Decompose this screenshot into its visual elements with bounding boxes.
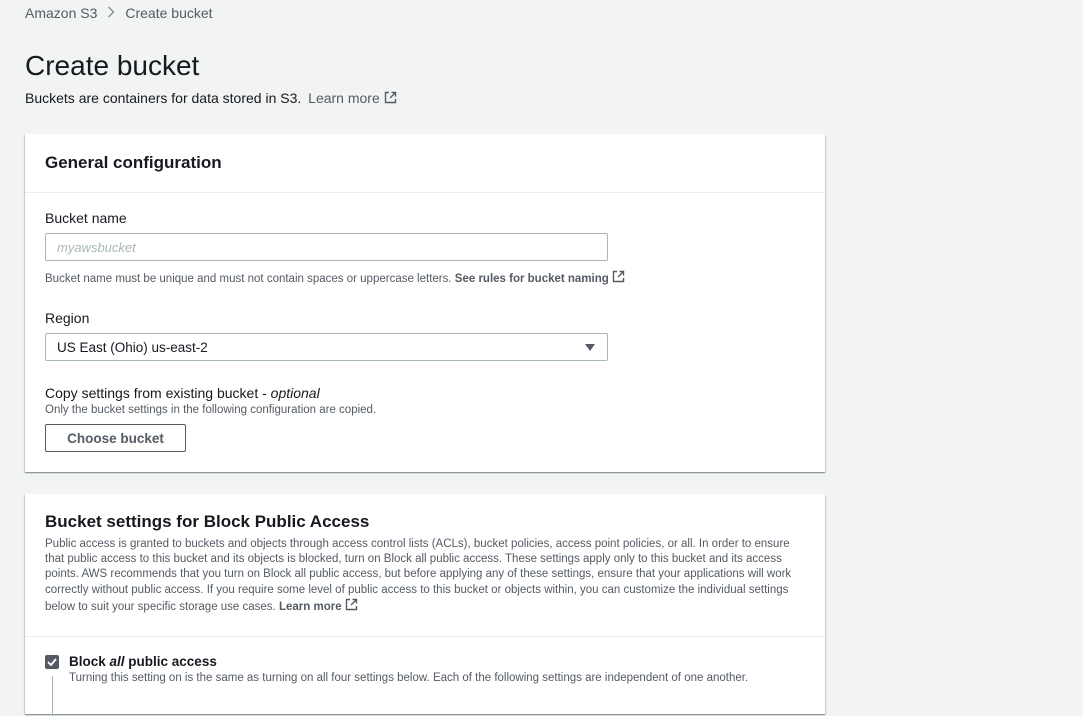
page-title: Create bucket: [25, 50, 200, 81]
block-all-label-prefix: Block: [69, 654, 110, 669]
bucket-naming-rules-link[interactable]: See rules for bucket naming: [455, 273, 609, 285]
learn-more-label: Learn more: [308, 90, 380, 106]
copy-settings-label-text: Copy settings from existing bucket -: [45, 385, 271, 401]
external-link-icon: [384, 91, 397, 104]
bucket-name-label: Bucket name: [45, 210, 127, 226]
bucket-name-hint-text: Bucket name must be unique and must not …: [45, 273, 452, 285]
copy-settings-label: Copy settings from existing bucket - opt…: [45, 385, 320, 401]
general-configuration-title: General configuration: [45, 153, 222, 172]
block-all-public-access-label: Block all public access: [69, 654, 748, 669]
block-all-label-suffix: public access: [124, 654, 217, 669]
copy-settings-optional-label: optional: [270, 385, 320, 401]
breadcrumb-item-create-bucket: Create bucket: [125, 5, 213, 21]
block-public-access-learn-more-link[interactable]: Learn more: [278, 598, 358, 613]
region-selected-value: US East (Ohio) us-east-2: [57, 339, 208, 355]
breadcrumb-item-amazon-s3[interactable]: Amazon S3: [25, 5, 97, 21]
block-public-access-title: Bucket settings for Block Public Access: [45, 512, 370, 531]
page-description-text: Buckets are containers for data stored i…: [25, 90, 302, 106]
checkmark-icon: [47, 658, 57, 666]
external-link-icon: [612, 270, 625, 283]
block-public-access-header: Bucket settings for Block Public Access …: [25, 494, 825, 637]
block-public-access-panel: Bucket settings for Block Public Access …: [25, 494, 825, 716]
choose-bucket-button[interactable]: Choose bucket: [45, 424, 186, 452]
block-all-public-access-text: Block all public access Turning this set…: [69, 654, 748, 684]
block-public-access-description-text: Public access is granted to buckets and …: [45, 538, 792, 613]
chevron-right-icon: [107, 5, 115, 21]
block-all-public-access-option: Block all public access Turning this set…: [45, 654, 748, 684]
breadcrumb: Amazon S3 Create bucket: [25, 5, 213, 21]
external-link-icon: [345, 598, 358, 611]
bucket-name-input[interactable]: [45, 233, 608, 261]
block-all-public-access-description: Turning this setting on is the same as t…: [69, 672, 749, 684]
block-public-access-description: Public access is granted to buckets and …: [45, 537, 805, 615]
learn-more-link[interactable]: Learn more: [308, 90, 396, 106]
region-select[interactable]: US East (Ohio) us-east-2: [45, 333, 608, 361]
settings-tree-line: [52, 676, 53, 716]
copy-settings-hint: Only the bucket settings in the followin…: [45, 404, 377, 416]
page-description: Buckets are containers for data stored i…: [25, 90, 397, 106]
learn-more-label: Learn more: [278, 600, 342, 613]
bucket-name-hint: Bucket name must be unique and must not …: [45, 270, 625, 285]
caret-down-icon: [585, 343, 595, 351]
region-label: Region: [45, 310, 90, 326]
block-all-public-access-checkbox[interactable]: [45, 655, 59, 669]
general-configuration-panel: General configuration Bucket name Bucket…: [25, 134, 825, 472]
block-all-label-emphasis: all: [109, 654, 125, 669]
general-configuration-header: General configuration: [25, 134, 825, 193]
